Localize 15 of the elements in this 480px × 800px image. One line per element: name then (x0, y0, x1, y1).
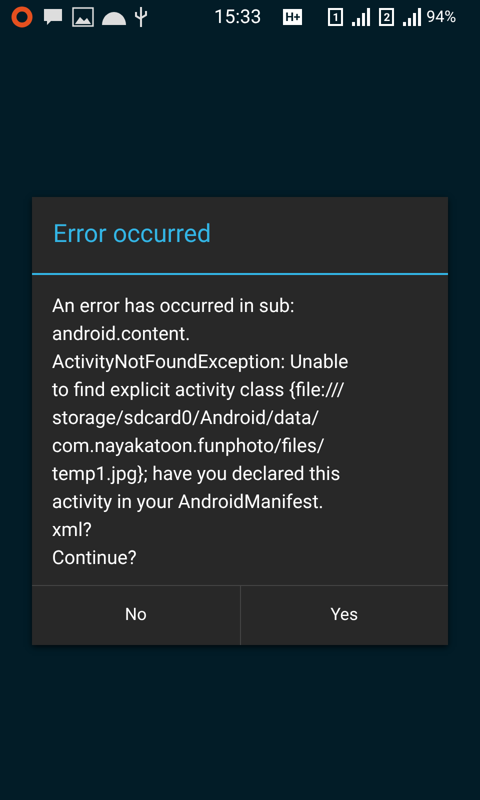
clock: 15:33 (214, 4, 262, 30)
dialog-button[interactable]: No (32, 586, 240, 645)
usb-icon (134, 6, 148, 28)
battery-level: 94% (426, 6, 456, 28)
signal-icon (402, 8, 422, 26)
dialog-title: Error occurred (53, 219, 212, 252)
chat-icon (42, 7, 64, 27)
image-icon (72, 7, 94, 27)
ring-icon (10, 5, 34, 29)
sim-icon: 1 (328, 8, 344, 26)
signal-icon (351, 8, 372, 26)
sim-icon: 2 (379, 8, 394, 26)
dialog-message: An error has occurred in sub: android.content. ActivityNotFoundException: Unable to find explicit activity class {file:/// storage/sdcard0/Android/data/ com.nayakatoon.funphoto/files/ temp1.jpg}; have you declared this activity in your AndroidManifest. xml? Continue? (51, 293, 350, 571)
network-type-icon: H+ (283, 9, 302, 25)
dialog-button[interactable]: Yes (240, 586, 448, 645)
